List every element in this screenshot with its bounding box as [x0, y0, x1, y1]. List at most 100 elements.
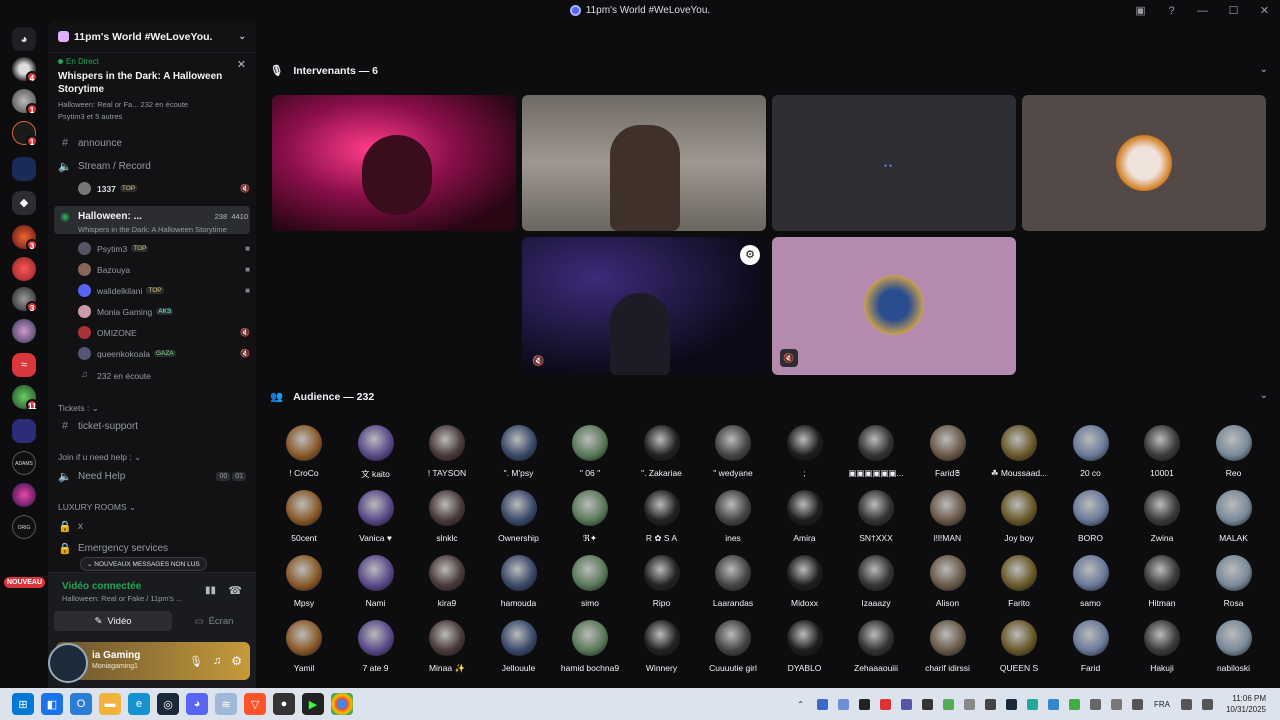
settings-gear-icon[interactable]: ⚙	[231, 654, 242, 668]
audience-member[interactable]: 文 kaito	[344, 425, 408, 480]
stage-user[interactable]: OMIZONE 🔇	[78, 326, 250, 339]
voice-user[interactable]: 1337 TOP 🔇	[78, 182, 250, 195]
audience-header[interactable]: 👥 Audience — 232	[270, 390, 374, 404]
network-icon[interactable]	[1180, 698, 1192, 710]
audience-member[interactable]: Vanica ♥	[344, 490, 408, 543]
audience-member[interactable]: l!l!MAN	[916, 490, 980, 543]
microphone-icon[interactable]: 🎙	[189, 655, 203, 668]
app-active-icon[interactable]: ≋	[215, 693, 237, 715]
audience-member[interactable]: Mpsy	[272, 555, 336, 608]
audience-member[interactable]: MALAK	[1202, 490, 1266, 543]
chevron-up-icon[interactable]: ⌃	[797, 700, 804, 709]
brave-icon[interactable]: ▽	[244, 693, 266, 715]
audience-member[interactable]: Laarandas	[701, 555, 765, 608]
channel-emergency[interactable]: 🔒 Emergency services	[48, 542, 256, 555]
server-icon[interactable]	[12, 319, 36, 343]
start-icon[interactable]: ⊞	[12, 693, 34, 715]
chrome-icon[interactable]	[331, 693, 353, 715]
audience-member[interactable]: Jellouule	[487, 620, 551, 673]
chevron-down-icon[interactable]: ⌄	[1260, 64, 1268, 75]
wifi-icon[interactable]	[1089, 698, 1101, 710]
audience-member[interactable]: QUEEN S	[987, 620, 1051, 673]
discord-icon[interactable]: ◕	[186, 693, 208, 715]
language-indicator[interactable]: FRA	[1154, 700, 1170, 709]
audience-member[interactable]: Farid	[1059, 620, 1123, 673]
audience-member[interactable]: 10001	[1130, 425, 1194, 478]
audience-member[interactable]: R ✿ S A	[630, 490, 694, 544]
minimize-button[interactable]: —	[1187, 5, 1218, 17]
audience-member[interactable]: " wedyane	[701, 425, 765, 478]
audience-member[interactable]: ☘ Moussaad...	[987, 425, 1051, 479]
microphone-tray-icon[interactable]	[1110, 698, 1122, 710]
clock[interactable]: 11:06 PM 10/31/2025	[1226, 693, 1266, 715]
speaker-avatar-tile[interactable]	[1022, 95, 1266, 231]
channel-ticket-support[interactable]: # ticket-support	[48, 420, 256, 432]
steam-icon[interactable]: ◎	[157, 693, 179, 715]
tray-icon[interactable]	[900, 698, 912, 710]
audience-member[interactable]: BORO	[1059, 490, 1123, 543]
outlook-icon[interactable]: O	[70, 693, 92, 715]
audience-member[interactable]: Reo	[1202, 425, 1266, 478]
audience-member[interactable]: Farito	[987, 555, 1051, 608]
audience-member[interactable]: Rosa	[1202, 555, 1266, 608]
audience-member[interactable]: ▣▣▣▣▣▣...	[844, 425, 908, 479]
audience-member[interactable]: ! TAYSON	[415, 425, 479, 478]
maximize-button[interactable]: ☐	[1218, 4, 1249, 17]
stage-user[interactable]: Monia Gaming AKS	[78, 305, 250, 318]
tray-icon[interactable]	[921, 698, 933, 710]
help-icon[interactable]: ?	[1156, 5, 1187, 17]
audience-member[interactable]: Alison	[916, 555, 980, 608]
tray-icon[interactable]	[984, 698, 996, 710]
edge-icon[interactable]: e	[128, 693, 150, 715]
speaker-icon[interactable]	[1201, 698, 1213, 710]
tray-icon[interactable]	[816, 698, 828, 710]
audience-member[interactable]: charif idirssi	[916, 620, 980, 673]
audience-member[interactable]: Joy boy	[987, 490, 1051, 543]
speaker-video-tile[interactable]	[522, 95, 766, 231]
audience-member[interactable]: simo	[558, 555, 622, 608]
headphones-icon[interactable]: ♫	[213, 655, 221, 667]
guild-header[interactable]: 11pm's World #WeLoveYou. ⌄	[48, 21, 256, 53]
audience-member[interactable]: samo	[1059, 555, 1123, 608]
inbox-icon[interactable]: ▣	[1125, 4, 1156, 17]
category-luxury[interactable]: LUXURY ROOMS ⌄	[58, 502, 136, 513]
speaker-video-tile[interactable]	[272, 95, 516, 231]
new-messages-pill[interactable]: ⌄ NOUVEAUX MESSAGES NON LUS	[80, 557, 207, 571]
listener-count-row[interactable]: ♫ 232 en écoute	[78, 369, 250, 382]
channel-need-help[interactable]: 🔈 Need Help 00 01	[48, 470, 256, 483]
audience-member[interactable]: Ownership	[487, 490, 551, 543]
category-join-help[interactable]: Join if u need help : ⌄	[58, 452, 141, 463]
audience-member[interactable]: 50cent	[272, 490, 336, 543]
server-icon[interactable]: ◆	[12, 191, 36, 215]
tray-icon[interactable]	[858, 698, 870, 710]
stage-user[interactable]: walidelkilani TOP ■	[78, 284, 250, 297]
server-icon[interactable]: ADAMS	[12, 451, 36, 475]
channel-halloween[interactable]: ◉ Halloween: ... 238 4410	[48, 210, 256, 223]
audience-member[interactable]: SN†XXX	[844, 490, 908, 543]
server-icon[interactable]	[12, 483, 36, 507]
server-icon[interactable]	[12, 157, 36, 181]
audience-member[interactable]: Zehaaaouiii	[844, 620, 908, 673]
audience-member[interactable]: ;	[773, 425, 837, 478]
user-panel[interactable]: ia Gaming Moniagaming1 🎙 ♫ ⚙	[48, 642, 250, 683]
discord-home-icon[interactable]: ◕	[12, 27, 36, 51]
tray-icon[interactable]	[1026, 698, 1038, 710]
speakers-header[interactable]: 🎙 Intervenants — 6	[270, 64, 378, 78]
tray-icon[interactable]	[837, 698, 849, 710]
speaker-video-tile[interactable]: 🔇 ⚙	[522, 237, 766, 375]
speaker-avatar-tile[interactable]: 🔇	[772, 237, 1016, 375]
close-button[interactable]: ✕	[1249, 4, 1280, 17]
volume-icon[interactable]	[1131, 698, 1143, 710]
stage-user[interactable]: queenkokoala GAZA 🔇	[78, 347, 250, 360]
audience-member[interactable]: Izaaazy	[844, 555, 908, 608]
audience-member[interactable]: Minaa ✨	[415, 620, 479, 674]
steam-tray-icon[interactable]	[1005, 698, 1017, 710]
audience-member[interactable]: ". M'psy	[487, 425, 551, 478]
audience-member[interactable]: Zwina	[1130, 490, 1194, 543]
audience-member[interactable]: Yamil	[272, 620, 336, 673]
live-stage-card[interactable]: En Direct Whispers in the Dark: A Hallow…	[48, 53, 256, 125]
audience-member[interactable]: Midoxx	[773, 555, 837, 608]
audience-member[interactable]: hamouda	[487, 555, 551, 608]
channel-stream-record[interactable]: 🔈 Stream / Record	[48, 160, 256, 173]
video-button[interactable]: ✎ Vidéo	[54, 611, 172, 631]
